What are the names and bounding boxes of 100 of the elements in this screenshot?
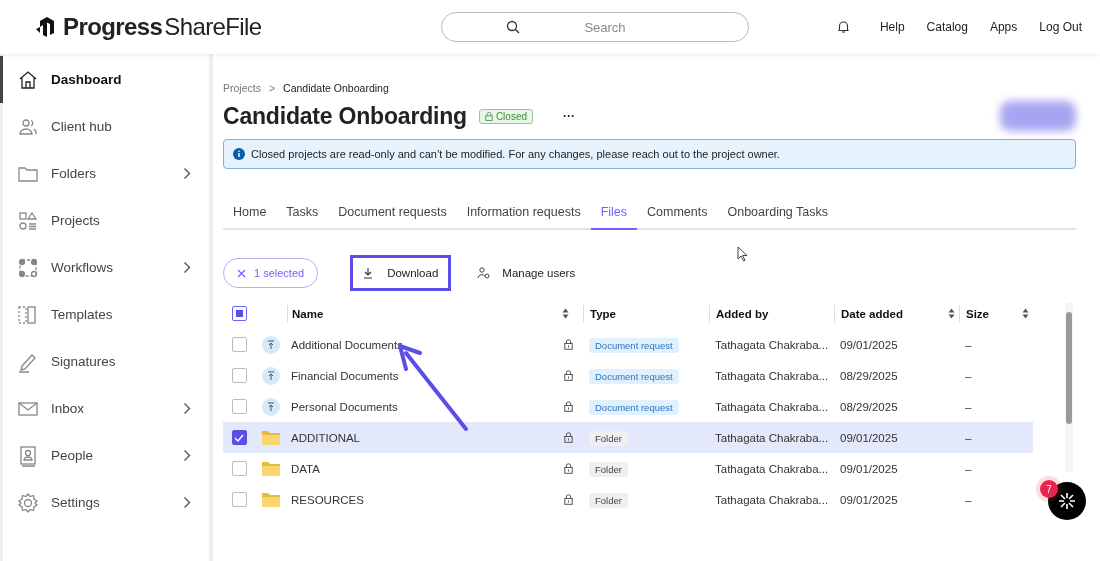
- table-cell: –: [965, 462, 972, 475]
- row-checkbox[interactable]: [231, 461, 247, 476]
- table-cell: 08/29/2025: [840, 400, 898, 413]
- table-cell: Tathagata Chakraba...: [715, 462, 829, 475]
- sidebar-item[interactable]: Inbox: [0, 385, 209, 432]
- header-link[interactable]: Catalog: [926, 20, 968, 34]
- table-row[interactable]: ADDITIONAL Folder Tathagata Chakraba... 09/01/2025 –: [223, 422, 1033, 453]
- folder-icon: [262, 461, 280, 476]
- manage-users-button[interactable]: Manage users: [471, 266, 582, 280]
- lock-icon: [564, 339, 573, 350]
- clear-selection-button[interactable]: 1 selected: [223, 258, 319, 288]
- table-cell: –: [965, 493, 972, 506]
- sort-icon[interactable]: [562, 308, 569, 319]
- file-name[interactable]: Financial Documents: [291, 369, 399, 382]
- table-cell: –: [965, 369, 972, 382]
- tab[interactable]: Comments: [637, 202, 718, 230]
- file-name[interactable]: RESOURCES: [291, 493, 364, 506]
- logo-product: ShareFile: [164, 13, 262, 41]
- column-header[interactable]: Added by: [716, 307, 769, 320]
- table-row[interactable]: Additional Documents Document request Tathagata Chakraba... 09/01/2025 –: [223, 329, 1033, 360]
- sort-icon[interactable]: [948, 308, 955, 319]
- column-header[interactable]: Type: [590, 307, 616, 320]
- page-title: Candidate Onboarding: [223, 102, 467, 130]
- tab[interactable]: Information requests: [456, 202, 591, 230]
- sidebar-item[interactable]: Workflows: [0, 244, 209, 291]
- shapes-icon: [17, 209, 39, 232]
- sidebar-item[interactable]: Client hub: [0, 103, 209, 150]
- tab[interactable]: Onboarding Tasks: [717, 202, 838, 230]
- table-cell: –: [965, 400, 972, 413]
- sidebar-item[interactable]: Dashboard: [0, 56, 209, 103]
- row-checkbox[interactable]: [231, 399, 247, 414]
- table-cell: Tathagata Chakraba...: [715, 400, 829, 413]
- type-tag: Document request: [589, 337, 679, 353]
- type-tag: Folder: [589, 430, 628, 446]
- file-name[interactable]: DATA: [291, 462, 320, 475]
- header-link[interactable]: Apps: [989, 20, 1018, 34]
- header-link[interactable]: Help: [879, 20, 905, 34]
- lock-icon: [564, 432, 573, 443]
- lock-icon: [564, 370, 573, 381]
- table-row[interactable]: DATA Folder Tathagata Chakraba... 09/01/2025 –: [223, 453, 1033, 484]
- header-link[interactable]: Log Out: [1039, 20, 1082, 34]
- column-header[interactable]: Date added: [841, 307, 903, 320]
- table-cell: Tathagata Chakraba...: [715, 369, 829, 382]
- info-icon: [233, 148, 245, 160]
- scrollbar[interactable]: [1065, 302, 1073, 472]
- upload-request-icon: [262, 335, 280, 354]
- tab[interactable]: Files: [590, 202, 638, 230]
- tab[interactable]: Home: [223, 202, 277, 230]
- tab[interactable]: Tasks: [276, 202, 329, 230]
- sidebar-item[interactable]: People: [0, 432, 209, 479]
- logo-text: Progress: [63, 13, 163, 41]
- type-tag: Folder: [589, 492, 628, 508]
- table-cell: 08/29/2025: [840, 369, 898, 382]
- sidebar-item[interactable]: Signatures: [0, 338, 209, 385]
- download-button[interactable]: Download: [350, 255, 452, 291]
- search-field[interactable]: Search: [441, 12, 749, 42]
- bell-icon[interactable]: [836, 20, 850, 34]
- row-checkbox[interactable]: [231, 492, 247, 507]
- row-checkbox[interactable]: [231, 430, 247, 445]
- file-name[interactable]: ADDITIONAL: [291, 431, 360, 444]
- column-header[interactable]: Name: [292, 307, 324, 320]
- search-icon: [506, 20, 520, 34]
- download-icon: [363, 267, 374, 279]
- column-header[interactable]: Size: [966, 307, 989, 320]
- type-tag: Document request: [589, 399, 679, 415]
- info-text: Closed projects are read-only and can’t be modified. For any changes, please reach out to the project owner.: [251, 148, 780, 160]
- template-icon: [17, 303, 39, 326]
- table-row[interactable]: Personal Documents Document request Tathagata Chakraba... 08/29/2025 –: [223, 391, 1033, 422]
- status-badge: Closed: [478, 108, 534, 124]
- file-name[interactable]: Personal Documents: [291, 400, 398, 413]
- breadcrumb-separator: >: [268, 82, 276, 94]
- tab[interactable]: Document requests: [328, 202, 457, 230]
- table-row[interactable]: Financial Documents Document request Tathagata Chakraba... 08/29/2025 –: [223, 360, 1033, 391]
- table-cell: 09/01/2025: [840, 431, 898, 444]
- sidebar-item[interactable]: Projects: [0, 197, 209, 244]
- table-row[interactable]: RESOURCES Folder Tathagata Chakraba... 09/01/2025 –: [223, 484, 1033, 515]
- table-cell: Tathagata Chakraba...: [715, 431, 829, 444]
- type-tag: Folder: [589, 461, 628, 477]
- table-cell: Tathagata Chakraba...: [715, 493, 829, 506]
- lock-icon: [484, 111, 493, 121]
- row-checkbox[interactable]: [231, 368, 247, 383]
- sidebar-item[interactable]: Templates: [0, 291, 209, 338]
- gear-icon: [17, 491, 39, 514]
- file-name[interactable]: Additional Documents: [291, 338, 403, 351]
- breadcrumb-link[interactable]: Projects: [223, 82, 261, 94]
- more-button[interactable]: ···: [559, 109, 580, 123]
- person-icon: [17, 444, 39, 467]
- lock-icon: [564, 494, 573, 505]
- row-checkbox[interactable]: [231, 337, 247, 352]
- sidebar-item[interactable]: Settings: [0, 479, 209, 526]
- users-icon: [477, 267, 491, 279]
- chat-button[interactable]: [1048, 482, 1086, 520]
- select-all-checkbox[interactable]: [231, 306, 247, 321]
- upload-request-icon: [262, 366, 280, 385]
- sidebar-item[interactable]: Folders: [0, 150, 209, 197]
- close-icon: [237, 268, 246, 278]
- flow-icon: [17, 256, 39, 279]
- sort-icon[interactable]: [1022, 308, 1029, 319]
- folder-icon: [262, 492, 280, 507]
- type-tag: Document request: [589, 368, 679, 384]
